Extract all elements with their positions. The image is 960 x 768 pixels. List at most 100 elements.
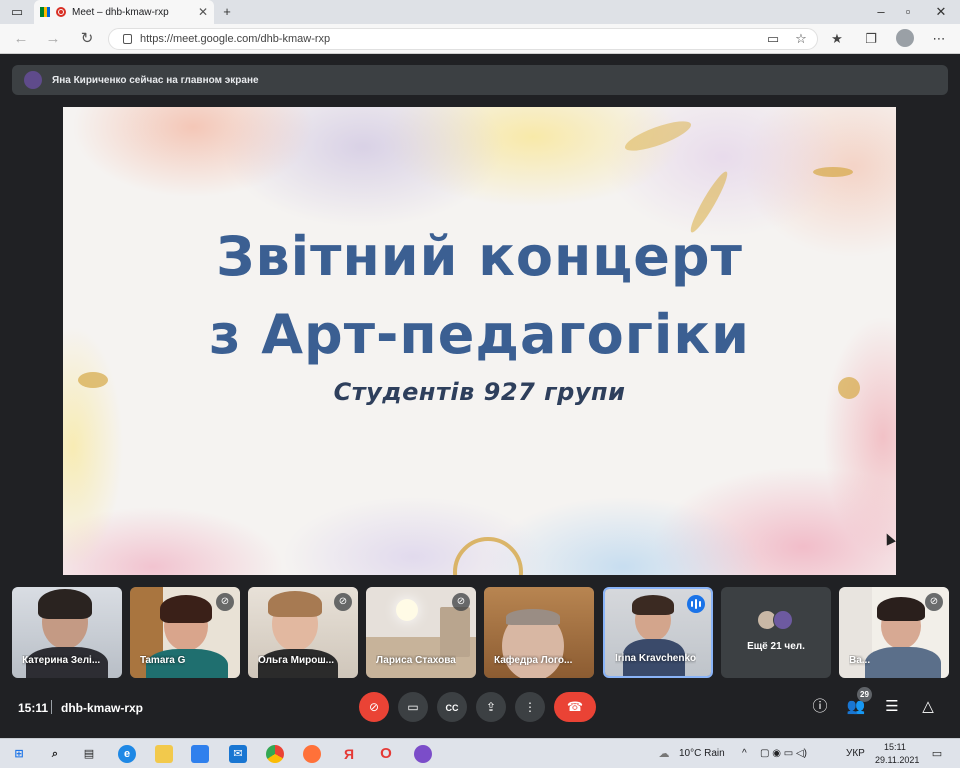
activities-button[interactable]: △ <box>918 697 938 717</box>
more-participants-label: Ещё 21 чел. <box>747 641 805 652</box>
tray-expand-icon[interactable]: ^ <box>742 748 747 759</box>
activities-icon: △ <box>922 698 934 715</box>
participant-avatar <box>773 610 793 630</box>
mic-off-icon: ⊘ <box>368 700 380 714</box>
meeting-clock: 15:11 <box>18 701 49 715</box>
close-window-icon[interactable]: ✕ <box>932 3 950 21</box>
profile-avatar[interactable] <box>896 29 914 47</box>
speaking-indicator-icon <box>687 595 705 613</box>
present-now-button[interactable]: ⇪ <box>476 692 506 722</box>
meeting-details-button[interactable]: ⓘ <box>810 697 830 717</box>
info-icon: ⓘ <box>812 698 828 715</box>
new-tab-button[interactable]: + <box>218 3 236 21</box>
windows-taskbar: ⊞ ⌕ ▤ e ✉ Я O ☁ 10°C Rain ^ ▢ ◉ ▭ ◁) УКР… <box>0 738 960 768</box>
presenter-banner-text: Яна Кириченко сейчас на главном экране <box>52 74 259 86</box>
weather-rain-icon: ☁ <box>658 748 670 760</box>
opera-icon[interactable]: O <box>377 745 395 763</box>
participant-name: Irina Kravchenko <box>615 653 697 664</box>
participant-tile[interactable]: Кафедра Лого... <box>484 587 594 678</box>
edge-browser-icon[interactable]: e <box>118 745 136 763</box>
participant-tile[interactable]: ⊘ Лариса Стахова <box>366 587 476 678</box>
presenter-avatar <box>24 71 42 89</box>
file-explorer-icon[interactable] <box>155 745 173 763</box>
store-icon[interactable] <box>191 745 209 763</box>
browser-tab[interactable]: Meet – dhb-kmaw-rxp ✕ <box>34 0 214 24</box>
participant-name: Лариса Стахова <box>376 655 456 666</box>
participant-name: Кафедра Лого... <box>494 655 573 666</box>
mic-muted-icon: ⊘ <box>452 593 470 611</box>
more-vert-icon: ⋮ <box>524 700 536 714</box>
meet-favicon-icon <box>40 7 50 17</box>
back-icon[interactable]: ← <box>12 30 30 48</box>
chat-icon: ☰ <box>885 698 899 715</box>
favorites-icon[interactable]: ★ <box>828 30 846 48</box>
chat-button[interactable]: ☰ <box>882 697 902 717</box>
participant-tile[interactable]: ⊘ Ольга Мирош... <box>248 587 358 678</box>
participant-name: Катерина Зелі... <box>22 655 101 666</box>
add-favorite-icon[interactable]: ☆ <box>792 30 810 48</box>
search-icon[interactable]: ⌕ <box>46 745 64 763</box>
mouse-cursor-icon <box>882 531 896 546</box>
notifications-icon[interactable]: ▭ <box>928 745 946 763</box>
microphone-toggle-button[interactable]: ⊘ <box>359 692 389 722</box>
firefox-icon[interactable] <box>303 745 321 763</box>
recording-indicator-icon <box>56 7 66 17</box>
lock-icon <box>123 34 132 44</box>
mic-muted-icon: ⊘ <box>216 593 234 611</box>
maximize-icon[interactable]: ▫ <box>899 3 917 21</box>
taskbar-time: 15:11 <box>884 742 906 752</box>
presenter-banner: Яна Кириченко сейчас на главном экране <box>12 65 948 95</box>
camera-toggle-button[interactable]: ▭ <box>398 692 428 722</box>
yandex-browser-icon[interactable]: Я <box>340 745 358 763</box>
participant-name: Tamara G <box>140 655 186 666</box>
viber-icon[interactable] <box>414 745 432 763</box>
captions-button[interactable]: CC <box>437 692 467 722</box>
camera-permission-icon[interactable]: ▭ <box>764 30 782 48</box>
participant-name: Ольга Мирош... <box>258 655 335 666</box>
participant-tile[interactable]: Катерина Зелі... <box>12 587 122 678</box>
taskbar-date: 29.11.2021 <box>875 755 920 765</box>
participant-tile[interactable]: ⊘ Ва... <box>839 587 949 678</box>
camera-icon: ▭ <box>407 700 419 714</box>
minimize-icon[interactable]: – <box>872 3 890 21</box>
slide-title-line-1: Звітний концерт <box>216 225 743 288</box>
mail-icon[interactable]: ✉ <box>229 745 247 763</box>
collections-icon[interactable]: ❐ <box>862 30 880 48</box>
present-icon: ⇪ <box>485 700 497 714</box>
meeting-code: dhb-kmaw-rxp <box>61 701 144 715</box>
chrome-icon[interactable] <box>266 745 284 763</box>
keyboard-language[interactable]: УКР <box>846 748 865 759</box>
windows-start-icon[interactable]: ⊞ <box>10 745 28 763</box>
forward-icon[interactable]: → <box>44 30 62 48</box>
more-menu-icon[interactable]: ⋯ <box>930 30 948 48</box>
gold-decoration <box>813 167 853 177</box>
divider <box>51 700 52 714</box>
reload-icon[interactable]: ↻ <box>78 30 96 48</box>
more-options-button[interactable]: ⋮ <box>515 692 545 722</box>
tray-icons[interactable]: ▢ ◉ ▭ ◁) <box>760 748 807 759</box>
url-text: https://meet.google.com/dhb-kmaw-rxp <box>140 33 331 45</box>
mic-muted-icon: ⊘ <box>925 593 943 611</box>
hang-up-icon: ☎ <box>566 699 584 714</box>
slide-title-line-2: з Арт-педагогіки <box>209 303 750 366</box>
tab-title: Meet – dhb-kmaw-rxp <box>72 6 169 18</box>
participant-name: Ва... <box>849 655 871 666</box>
people-count-badge: 29 <box>857 687 872 702</box>
close-tab-icon[interactable]: ✕ <box>198 5 208 19</box>
slide-subtitle: Студентів 927 групи <box>333 378 626 406</box>
participant-tile[interactable]: ⊘ Tamara G <box>130 587 240 678</box>
tab-actions-icon[interactable]: ▭ <box>8 3 26 21</box>
leave-call-button[interactable]: ☎ <box>554 692 596 722</box>
shared-screen-slide: Звітний концерт з Арт-педагогіки Студент… <box>63 107 896 575</box>
weather-text[interactable]: 10°C Rain <box>679 748 725 759</box>
gold-decoration <box>453 537 523 575</box>
more-participants-tile[interactable]: Ещё 21 чел. <box>721 587 831 678</box>
address-bar-row: ← → ↻ https://meet.google.com/dhb-kmaw-r… <box>0 24 960 54</box>
gold-decoration <box>622 115 694 157</box>
url-field[interactable]: https://meet.google.com/dhb-kmaw-rxp <box>108 28 818 50</box>
captions-icon: CC <box>445 703 459 713</box>
participant-tile-active-speaker[interactable]: Irina Kravchenko <box>603 587 713 678</box>
browser-tab-bar: ▭ Meet – dhb-kmaw-rxp ✕ + – ▫ ✕ <box>0 0 960 24</box>
mic-muted-icon: ⊘ <box>334 593 352 611</box>
task-view-icon[interactable]: ▤ <box>80 745 98 763</box>
